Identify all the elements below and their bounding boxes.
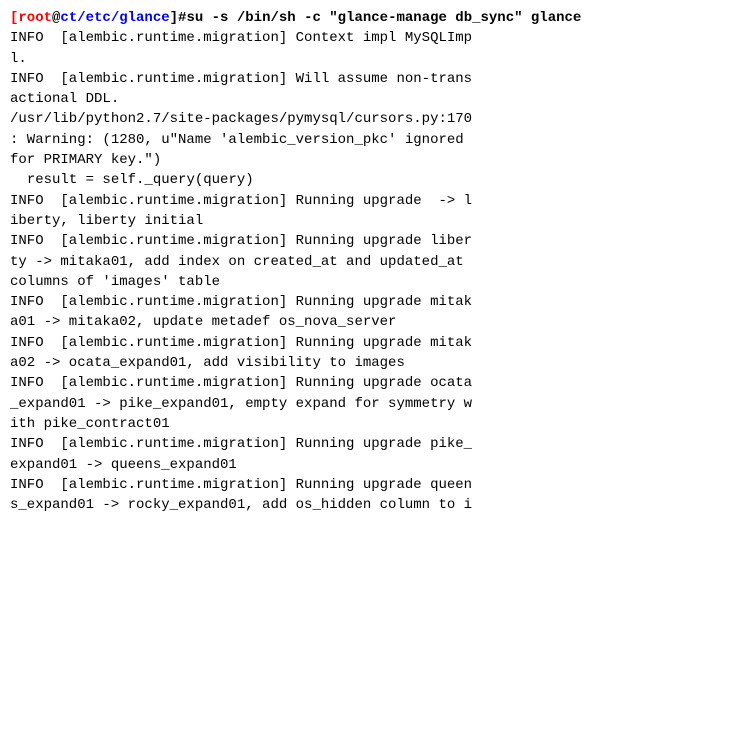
output-line-10b: expand01 -> queens_expand01 <box>10 455 731 475</box>
output-line-5b: iberty, liberty initial <box>10 211 731 231</box>
output-line-2: INFO [alembic.runtime.migration] Will as… <box>10 69 731 89</box>
output-line-8: INFO [alembic.runtime.migration] Running… <box>10 333 731 353</box>
output-line-7: INFO [alembic.runtime.migration] Running… <box>10 292 731 312</box>
prompt-hash: ]# <box>170 10 187 26</box>
output-line-3c: for PRIMARY key.") <box>10 150 731 170</box>
output-line-3b: : Warning: (1280, u"Name 'alembic_versio… <box>10 130 731 150</box>
prompt-root: [root <box>10 10 52 26</box>
prompt-line: [root@ct/etc/glance]#su -s /bin/sh -c "g… <box>10 8 731 28</box>
output-line-9c: ith pike_contract01 <box>10 414 731 434</box>
output-line-11: INFO [alembic.runtime.migration] Running… <box>10 475 731 495</box>
output-line-6: INFO [alembic.runtime.migration] Running… <box>10 231 731 251</box>
output-line-2b: actional DDL. <box>10 89 731 109</box>
output-line-11b: s_expand01 -> rocky_expand01, add os_hid… <box>10 495 731 515</box>
output-line-8b: a02 -> ocata_expand01, add visibility to… <box>10 353 731 373</box>
prompt-command: su -s /bin/sh -c "glance-manage db_sync"… <box>186 10 581 26</box>
prompt-path: ct/etc/glance <box>60 10 169 26</box>
output-line-10: INFO [alembic.runtime.migration] Running… <box>10 434 731 454</box>
output-line-6b: ty -> mitaka01, add index on created_at … <box>10 252 731 272</box>
output-line-3: /usr/lib/python2.7/site-packages/pymysql… <box>10 109 731 129</box>
output-line-1b: l. <box>10 49 731 69</box>
output-line-9b: _expand01 -> pike_expand01, empty expand… <box>10 394 731 414</box>
output-line-7b: a01 -> mitaka02, update metadef os_nova_… <box>10 312 731 332</box>
output-line-5: INFO [alembic.runtime.migration] Running… <box>10 191 731 211</box>
output-line-9: INFO [alembic.runtime.migration] Running… <box>10 373 731 393</box>
terminal-window: [root@ct/etc/glance]#su -s /bin/sh -c "g… <box>0 0 741 739</box>
output-line-4: result = self._query(query) <box>10 170 731 190</box>
output-line-1: INFO [alembic.runtime.migration] Context… <box>10 28 731 48</box>
output-line-6c: columns of 'images' table <box>10 272 731 292</box>
